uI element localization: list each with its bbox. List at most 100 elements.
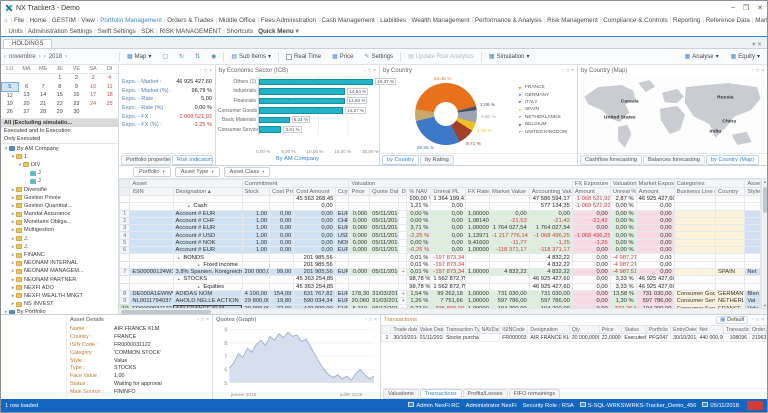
- grid-cell[interactable]: [398, 260, 408, 269]
- grid-cell[interactable]: Account # EUR: [172, 246, 243, 255]
- close-panel-icon[interactable]: ×: [206, 317, 209, 323]
- calendar-day[interactable]: 4: [101, 74, 118, 83]
- quick-menu-button[interactable]: Quick Menu ▾: [258, 28, 299, 35]
- menu-item-sdk[interactable]: SDK: [137, 28, 155, 35]
- grid-cell[interactable]: 0,00: [635, 253, 675, 262]
- table-group-row[interactable]: ▴ STOCKS 45 363 254,85 98,78 % 1 562 872,75…: [119, 275, 761, 284]
- scrollbar-thumb[interactable]: [121, 310, 211, 314]
- pin-icon[interactable]: ▫: [364, 68, 366, 74]
- filter-asset-class[interactable]: Asset Class ▾: [223, 167, 271, 177]
- tree-item-j[interactable]: J: [1, 169, 118, 177]
- group-expander-icon[interactable]: ▴: [198, 284, 200, 289]
- grid-cell[interactable]: 0,00: [269, 224, 295, 233]
- column-header-amount[interactable]: Amount: [571, 187, 611, 196]
- tx-cell[interactable]: 22,0000: [598, 333, 623, 342]
- grid-cell[interactable]: 0,00: [571, 253, 611, 262]
- tx-cell[interactable]: AIR FRANCE KLM: [527, 333, 570, 342]
- risk-tab-risk-indicators[interactable]: Risk Indicators: [171, 154, 213, 165]
- grid-cell[interactable]: [398, 238, 408, 248]
- grid-cell[interactable]: CHF: [334, 216, 350, 226]
- grid-cell[interactable]: 590 034,34: [293, 297, 336, 306]
- grid-cell[interactable]: EUR: [334, 267, 350, 277]
- close-panel-icon[interactable]: ×: [373, 68, 376, 74]
- grid-cell[interactable]: [673, 194, 716, 204]
- calendar-day[interactable]: 26: [2, 108, 19, 116]
- grid-cell[interactable]: 0,00 %: [609, 224, 637, 233]
- lock-button[interactable]: ◉: [207, 51, 220, 62]
- pin-icon[interactable]: ▫: [197, 317, 199, 323]
- calendar-day[interactable]: 16: [68, 91, 85, 100]
- grid-cell[interactable]: [398, 275, 408, 284]
- sub-items-dropdown[interactable]: ▤ Sub Items ▾: [227, 51, 275, 62]
- grid-cell[interactable]: 0,00 %: [406, 238, 432, 248]
- column-header-accounting-value[interactable]: Accounting Value: [528, 187, 573, 196]
- grid-cell[interactable]: [172, 194, 243, 204]
- table-group-row[interactable]: ▴ Equities 45 363 254,85 98,78 % 1 562 872,…: [119, 282, 761, 291]
- calendar-day[interactable]: 27: [18, 108, 35, 116]
- calendar-day[interactable]: 18: [101, 91, 118, 100]
- grid-cell[interactable]: 201 985,56: [293, 260, 336, 269]
- table-row[interactable]: 9 NL0011794037 AHOLD NELLE ACTION 29 800,00…: [119, 297, 761, 306]
- tx-cell[interactable]: FR0000031...: [499, 333, 529, 342]
- grid-cell[interactable]: 0,00: [489, 209, 530, 218]
- menu-item-cash-management[interactable]: Cash Management: [317, 17, 376, 24]
- grid-cell[interactable]: 201 985,56: [293, 253, 336, 262]
- grid-cell[interactable]: 0,00: [635, 231, 675, 240]
- bottom-tab-fifo-remainings[interactable]: FIFO remainings: [508, 389, 561, 399]
- tx-cell[interactable]: 108096: [722, 333, 750, 342]
- grid-cell[interactable]: 731 030,00: [635, 289, 675, 299]
- grid-cell[interactable]: [348, 202, 371, 211]
- grid-cell[interactable]: 0,00: [269, 209, 295, 218]
- calendar-day[interactable]: 5: [1, 81, 19, 92]
- grid-cell[interactable]: -197 873,34: [430, 267, 466, 277]
- grid-cell[interactable]: 0,00 %: [609, 209, 637, 218]
- grid-cell[interactable]: [673, 224, 716, 233]
- grid-cell[interactable]: 597 786,00: [635, 297, 675, 306]
- real-time-checkbox[interactable]: [286, 53, 293, 60]
- tx-column-value-date[interactable]: Value Date: [416, 325, 444, 334]
- calendar-day[interactable]: 19: [2, 100, 19, 108]
- table-group-row[interactable]: 45 563 268,45 100,00 %1 364 199,41 47 586 …: [119, 194, 761, 204]
- grid-cell[interactable]: 1,00000: [464, 267, 491, 277]
- grid-cell[interactable]: NL0011794037: [129, 297, 174, 306]
- grid-cell[interactable]: [348, 282, 371, 291]
- grid-cell[interactable]: +: [398, 297, 408, 306]
- grid-cell[interactable]: 9,41600: [464, 238, 491, 248]
- grid-cell[interactable]: 0,00 %: [609, 216, 637, 226]
- grid-cell[interactable]: [464, 194, 491, 204]
- real-time-toggle[interactable]: Real Time: [282, 52, 325, 62]
- column-header-cost-amount[interactable]: Cost Amount: [293, 187, 336, 196]
- minimize-button[interactable]: –: [731, 4, 735, 12]
- legend-item-spain[interactable]: ► SPAIN: [517, 106, 577, 113]
- grid-cell[interactable]: [489, 253, 530, 262]
- grid-cell[interactable]: [714, 224, 746, 233]
- calendar-day[interactable]: 11: [101, 82, 118, 91]
- grid-cell[interactable]: [334, 275, 350, 284]
- grid-cell[interactable]: 1 562 872,75: [430, 275, 466, 284]
- grid-cell[interactable]: [714, 253, 746, 262]
- table-row[interactable]: 2 Account # CHF 1,00 0,00 0,00 CHF 0,000 05/11/…: [119, 216, 761, 226]
- tx-column-transaction-id[interactable]: Transaction_ID: [722, 325, 750, 334]
- calendar-day[interactable]: 12: [2, 91, 19, 100]
- grid-cell[interactable]: +: [398, 267, 408, 277]
- tree-item-multigestion[interactable]: ▸ Multigestion: [1, 226, 118, 234]
- grid-cell[interactable]: [673, 260, 716, 269]
- grid-cell[interactable]: 0,00: [635, 224, 675, 233]
- grid-cell[interactable]: 0,000: [348, 231, 371, 240]
- grid-cell[interactable]: 1,00: [241, 231, 271, 240]
- grid-cell[interactable]: [744, 282, 761, 291]
- column-header-country[interactable]: Country: [714, 187, 746, 196]
- table-row[interactable]: 8DE000A1EWWW0ADIDAS NOM4 100,00154,09631…: [119, 289, 761, 299]
- grid-cell[interactable]: 1,00: [241, 209, 271, 218]
- column-header-fx-rate[interactable]: FX Rate: [464, 187, 491, 196]
- vertical-scrollbar[interactable]: ▲ ▼: [761, 179, 767, 308]
- grid-cell[interactable]: 1,00000: [464, 246, 491, 255]
- column-header-stock[interactable]: Stock: [241, 187, 271, 196]
- maximize-panel-icon[interactable]: □: [756, 68, 759, 74]
- grid-cell[interactable]: [744, 209, 761, 218]
- tree-item-diversifi[interactable]: ▸ Diversifié: [1, 185, 118, 193]
- grid-cell[interactable]: 0,000: [348, 246, 371, 255]
- grid-cell[interactable]: -21,42: [528, 216, 573, 226]
- menu-item-middle-office[interactable]: Middle Office: [214, 17, 256, 24]
- grid-cell[interactable]: [744, 253, 761, 262]
